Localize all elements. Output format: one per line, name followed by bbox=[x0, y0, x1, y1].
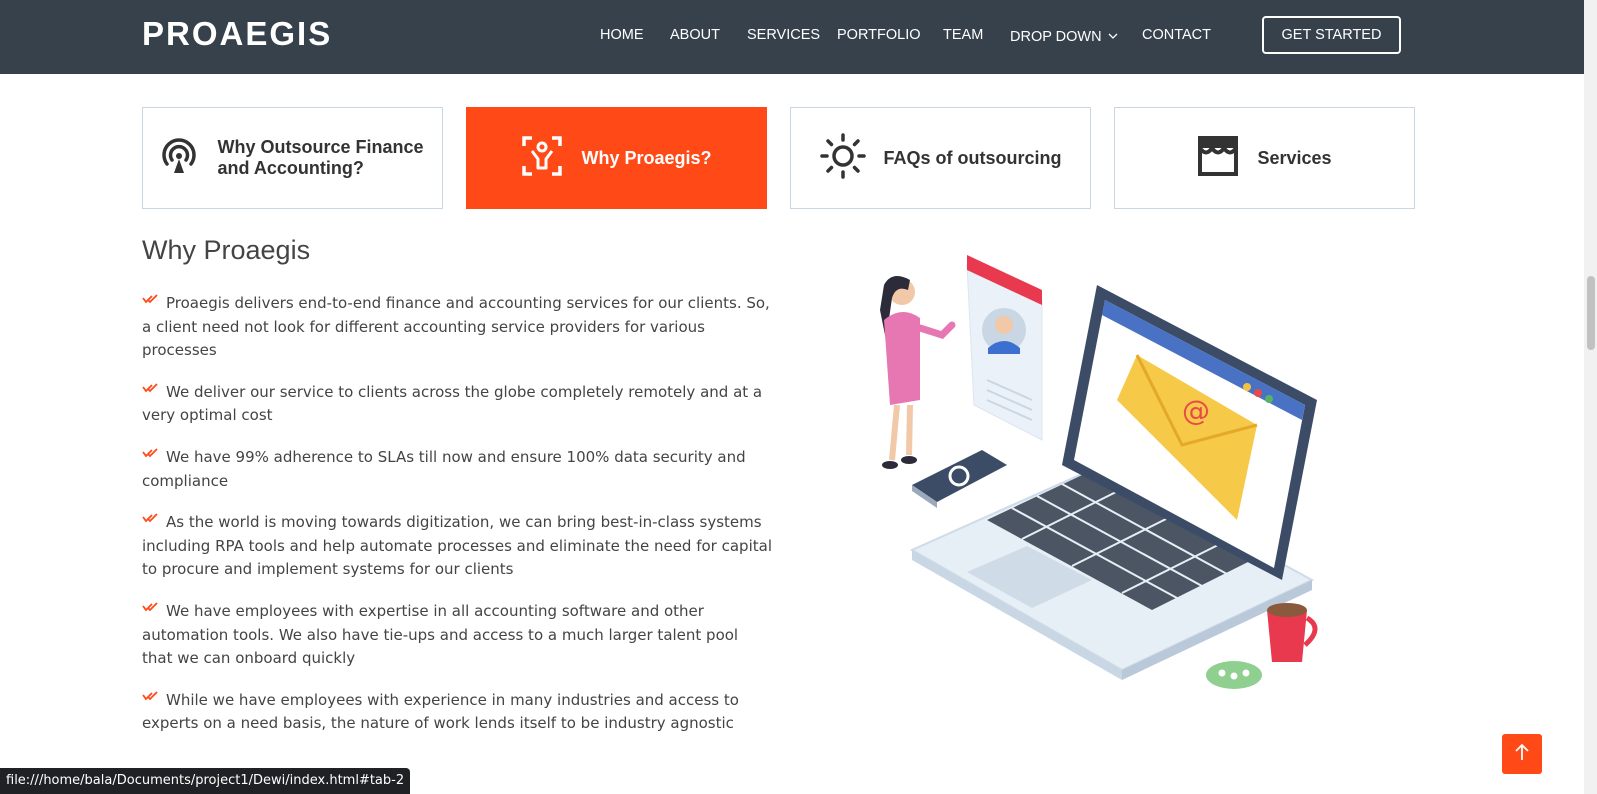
list-item: We deliver our service to clients across… bbox=[142, 379, 772, 428]
tab-label: Services bbox=[1257, 147, 1332, 168]
tab-why-proaegis[interactable]: Why Proaegis? bbox=[466, 107, 767, 209]
double-check-icon bbox=[142, 379, 160, 393]
nav-home[interactable]: HOME bbox=[600, 27, 644, 43]
double-check-icon bbox=[142, 290, 160, 304]
scrollbar-track[interactable] bbox=[1584, 0, 1597, 794]
email-laptop-illustration: @ bbox=[862, 250, 1332, 700]
nav-portfolio[interactable]: PORTFOLIO bbox=[837, 27, 921, 43]
tab-label: Why Proaegis? bbox=[581, 147, 712, 168]
tab-label: FAQs of outsourcing bbox=[883, 147, 1062, 168]
nav-team[interactable]: TEAM bbox=[943, 27, 983, 43]
list-item: Proaegis delivers end-to-end finance and… bbox=[142, 290, 772, 363]
list-item-text: Proaegis delivers end-to-end finance and… bbox=[142, 294, 770, 360]
list-item-text: We have 99% adherence to SLAs till now a… bbox=[142, 447, 746, 490]
double-check-icon bbox=[142, 687, 160, 701]
nav-services[interactable]: SERVICES bbox=[747, 27, 820, 43]
arrow-up-icon bbox=[1514, 743, 1530, 765]
browser-status-url: file:///home/bala/Documents/project1/Dew… bbox=[0, 768, 411, 794]
list-item: We have employees with expertise in all … bbox=[142, 598, 772, 671]
section-title: Why Proaegis bbox=[142, 235, 311, 265]
site-header: PROAEGIS HOME ABOUT SERVICES PORTFOLIO T… bbox=[0, 0, 1584, 74]
sun-icon bbox=[819, 132, 866, 184]
broadcast-icon bbox=[158, 135, 200, 182]
double-check-icon bbox=[142, 444, 160, 458]
list-item-text: We deliver our service to clients across… bbox=[142, 382, 763, 425]
tab-why-outsource[interactable]: Why Outsource Finance and Accounting? bbox=[142, 107, 443, 209]
chevron-down-icon bbox=[1108, 27, 1118, 43]
nav-dropdown[interactable]: DROP DOWN bbox=[1010, 27, 1118, 45]
nav-dropdown-label: DROP DOWN bbox=[1010, 29, 1102, 45]
list-item: While we have employees with experience … bbox=[142, 687, 772, 736]
double-check-icon bbox=[142, 598, 160, 612]
tab-services[interactable]: Services bbox=[1114, 107, 1415, 209]
list-item-text: We have employees with expertise in all … bbox=[142, 601, 739, 668]
back-to-top-button[interactable] bbox=[1502, 734, 1542, 774]
store-icon bbox=[1197, 135, 1239, 182]
why-list: Proaegis delivers end-to-end finance and… bbox=[142, 290, 772, 752]
get-started-button[interactable]: GET STARTED bbox=[1262, 16, 1401, 54]
list-item-text: While we have employees with experience … bbox=[142, 690, 739, 733]
list-item: We have 99% adherence to SLAs till now a… bbox=[142, 444, 772, 493]
double-check-icon bbox=[142, 509, 160, 523]
nav-about[interactable]: ABOUT bbox=[670, 27, 720, 43]
person-focus-icon bbox=[521, 135, 563, 182]
nav-contact[interactable]: CONTACT bbox=[1142, 27, 1211, 43]
tab-faqs[interactable]: FAQs of outsourcing bbox=[790, 107, 1091, 209]
svg-text:@: @ bbox=[1182, 394, 1210, 427]
tab-label: Why Outsource Finance and Accounting? bbox=[217, 137, 424, 178]
site-logo[interactable]: PROAEGIS bbox=[142, 15, 332, 53]
list-item: As the world is moving towards digitizat… bbox=[142, 509, 772, 582]
list-item-text: As the world is moving towards digitizat… bbox=[142, 513, 772, 579]
scrollbar-thumb[interactable] bbox=[1587, 276, 1595, 350]
